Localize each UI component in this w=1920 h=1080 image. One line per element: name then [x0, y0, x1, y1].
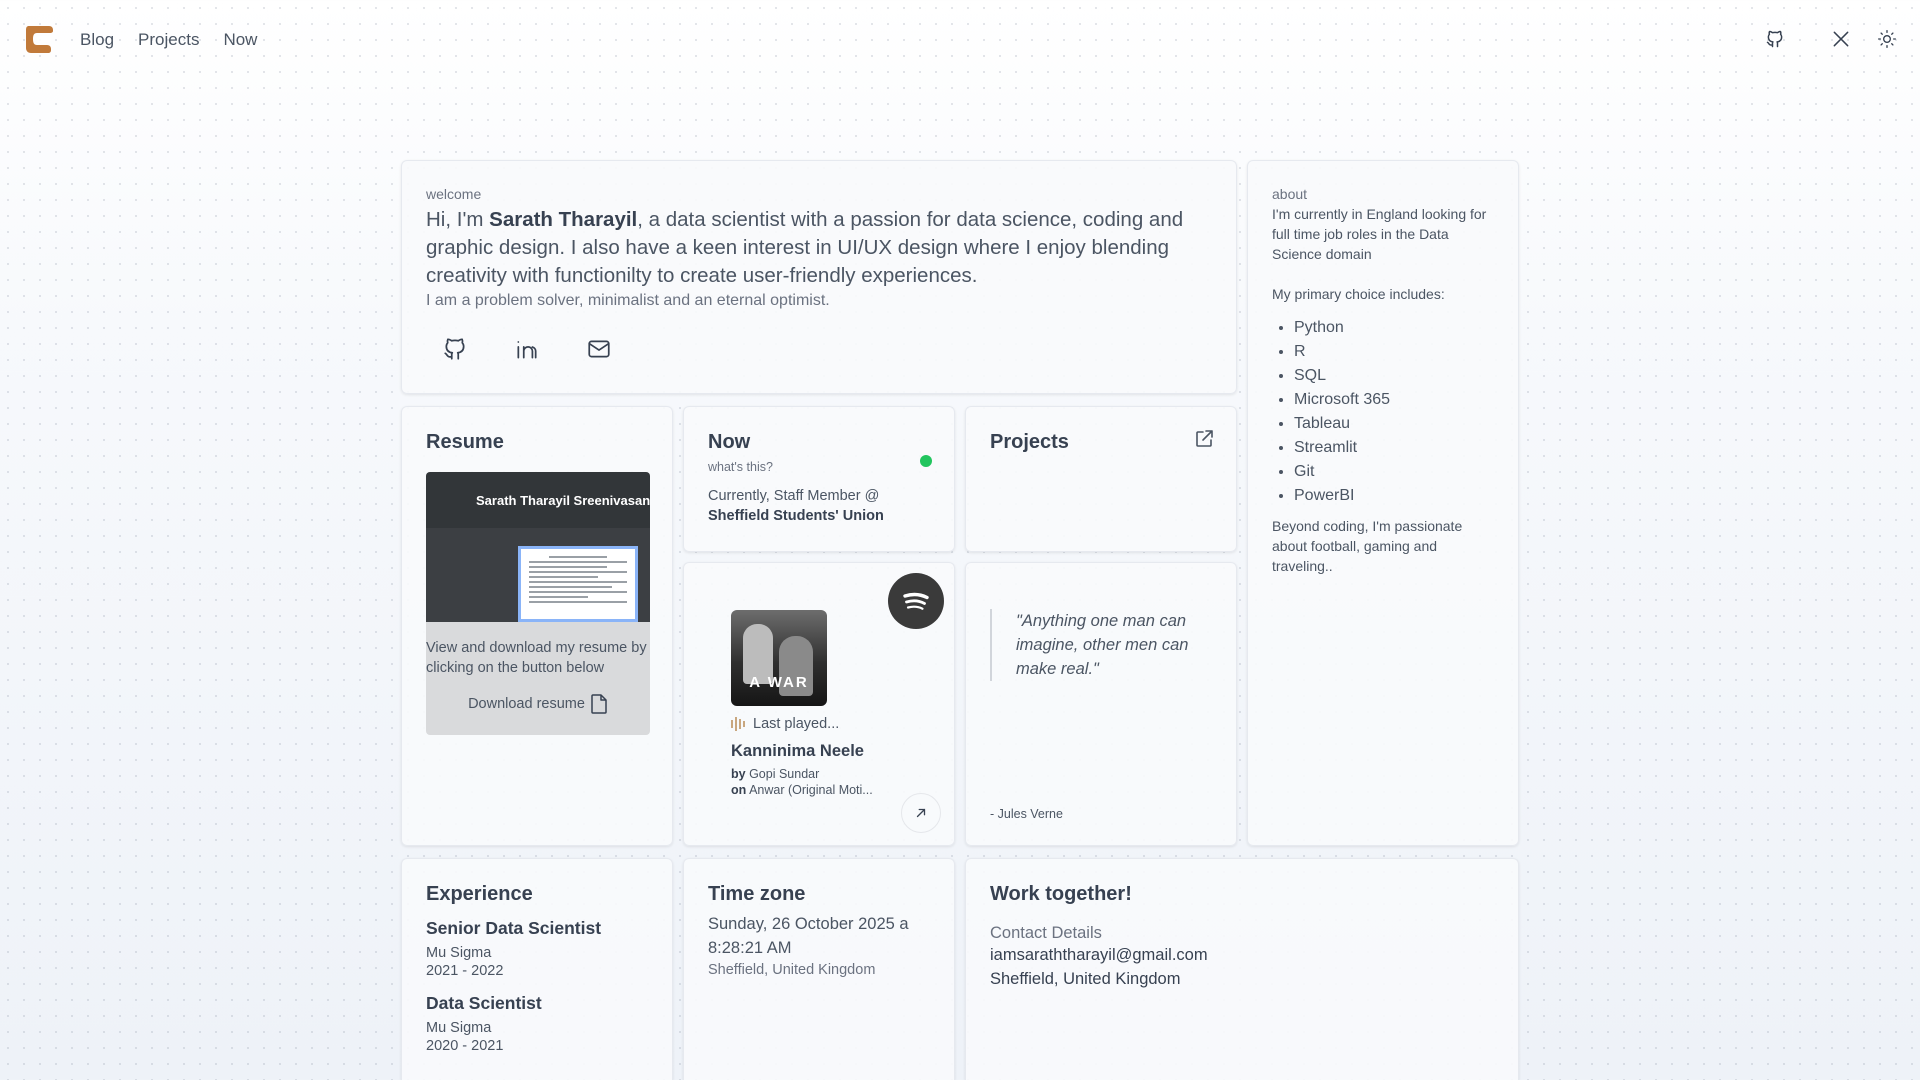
job-item: Senior Data Scientist Mu Sigma 2021 - 20…	[426, 918, 648, 979]
track-artist: by Gopi Sundar	[731, 767, 819, 781]
skills-list: Python R SQL Microsoft 365 Tableau Strea…	[1272, 316, 1494, 508]
artist-name: Gopi Sundar	[749, 767, 820, 781]
pdf-viewer-toolbar: Sarath Tharayil Sreenivasan	[426, 472, 650, 528]
about-label: about	[1272, 186, 1308, 202]
resume-card: Resume Sarath Tharayil Sreenivasan View …	[401, 406, 673, 846]
experience-title: Experience	[426, 883, 533, 905]
quote-card: "Anything one man can imagine, other men…	[965, 562, 1237, 846]
spotify-icon[interactable]	[888, 573, 944, 629]
pdf-filename: Sarath Tharayil Sreenivasan	[476, 492, 650, 508]
timezone-card: Time zone Sunday, 26 October 2025 a 8:28…	[683, 858, 955, 1080]
quote-author: - Jules Verne	[990, 807, 1063, 821]
audio-bars-icon	[731, 717, 745, 731]
external-link-icon[interactable]	[1194, 429, 1214, 449]
list-item: SQL	[1294, 364, 1494, 388]
job-role: Data Scientist	[426, 993, 542, 1013]
last-played-row: Last played...	[731, 716, 839, 732]
github-icon[interactable]	[442, 336, 468, 362]
welcome-label: welcome	[426, 186, 482, 202]
linkedin-icon[interactable]	[514, 336, 540, 362]
timezone-location: Sheffield, United Kingdom	[708, 962, 876, 978]
now-title: Now	[708, 431, 751, 453]
projects-card[interactable]: Projects	[965, 406, 1237, 552]
owner-name: Sarath Tharayil	[489, 208, 638, 231]
album-art: A WAR	[731, 610, 827, 706]
quote-text: "Anything one man can imagine, other men…	[990, 609, 1210, 681]
welcome-tagline: I am a problem solver, minimalist and an…	[426, 292, 830, 309]
work-together-card: Work together! Contact Details iamsarath…	[965, 858, 1519, 1080]
job-company: Mu Sigma	[426, 1020, 492, 1036]
list-item: Microsoft 365	[1294, 388, 1494, 412]
album-name: Anwar (Original Moti...	[749, 783, 873, 797]
track-name: Kanninima Neele	[731, 742, 864, 760]
experience-card: Experience Senior Data Scientist Mu Sigm…	[401, 858, 673, 1080]
timezone-title: Time zone	[708, 883, 806, 905]
arrow-up-right-icon	[916, 808, 926, 818]
pdf-page-thumbnail[interactable]	[518, 546, 638, 622]
about-text: I'm currently in England looking for ful…	[1272, 206, 1487, 262]
about-outro: Beyond coding, I'm passionate about foot…	[1272, 518, 1463, 574]
now-card: Now what's this? Currently, Staff Member…	[683, 406, 955, 552]
by-label: by	[731, 767, 746, 781]
job-years: 2020 - 2021	[426, 1038, 504, 1054]
status-indicator	[920, 455, 932, 467]
download-resume-button[interactable]: Download resume	[426, 694, 650, 714]
work-together-title: Work together!	[990, 883, 1132, 905]
about-card: about I'm currently in England looking f…	[1247, 160, 1519, 846]
contact-email[interactable]: iamsaraththarayil@gmail.com	[990, 943, 1494, 967]
job-role: Senior Data Scientist	[426, 918, 602, 938]
file-icon	[591, 694, 607, 714]
now-status-org: Sheffield Students' Union	[708, 508, 884, 524]
contact-location: Sheffield, United Kingdom	[990, 970, 1181, 988]
nav-link-blog[interactable]: Blog	[80, 30, 114, 50]
projects-title: Projects	[990, 431, 1069, 453]
x-icon[interactable]	[1830, 28, 1852, 50]
job-years: 2021 - 2022	[426, 963, 504, 979]
download-resume-label: Download resume	[468, 696, 585, 712]
welcome-intro: Hi, I'm Sarath Tharayil, a data scientis…	[426, 206, 1212, 290]
about-choice-label: My primary choice includes:	[1272, 286, 1445, 302]
list-item: PowerBI	[1294, 484, 1494, 508]
now-status: Currently, Staff Member @ Sheffield Stude…	[708, 486, 930, 526]
whats-this-link[interactable]: what's this?	[708, 460, 930, 474]
list-item: Tableau	[1294, 412, 1494, 436]
last-played-label: Last played...	[753, 716, 840, 732]
intro-prefix: Hi, I'm	[426, 208, 490, 231]
site-logo-icon[interactable]	[23, 22, 57, 56]
nav-link-projects[interactable]: Projects	[138, 30, 199, 50]
resume-title: Resume	[426, 431, 504, 453]
nav-link-now[interactable]: Now	[223, 30, 257, 50]
list-item: Git	[1294, 460, 1494, 484]
resume-description: View and download my resume by clicking …	[426, 640, 647, 676]
welcome-card: welcome Hi, I'm Sarath Tharayil, a data …	[401, 160, 1237, 394]
sun-icon[interactable]	[1876, 28, 1898, 50]
album-art-title: A WAR	[749, 674, 809, 691]
mail-icon[interactable]	[586, 336, 612, 362]
top-nav: Blog Projects Now	[0, 0, 1920, 80]
timezone-datetime: Sunday, 26 October 2025 a 8:28:21 AM	[708, 915, 909, 957]
track-album: on Anwar (Original Moti...	[731, 783, 873, 797]
github-icon[interactable]	[1764, 28, 1786, 50]
open-track-button[interactable]	[901, 793, 941, 833]
pdf-page-area	[426, 528, 650, 622]
list-item: Python	[1294, 316, 1494, 340]
spotify-card: A WAR Last played... Kanninima Neele by …	[683, 562, 955, 846]
job-item: Data Scientist Mu Sigma 2020 - 2021	[426, 993, 648, 1054]
contact-details-label: Contact Details	[990, 924, 1102, 942]
on-label: on	[731, 783, 747, 797]
resume-preview[interactable]: Sarath Tharayil Sreenivasan View and dow…	[426, 472, 650, 735]
job-company: Mu Sigma	[426, 945, 492, 961]
list-item: R	[1294, 340, 1494, 364]
now-status-prefix: Currently, Staff Member @	[708, 488, 880, 504]
list-item: Streamlit	[1294, 436, 1494, 460]
